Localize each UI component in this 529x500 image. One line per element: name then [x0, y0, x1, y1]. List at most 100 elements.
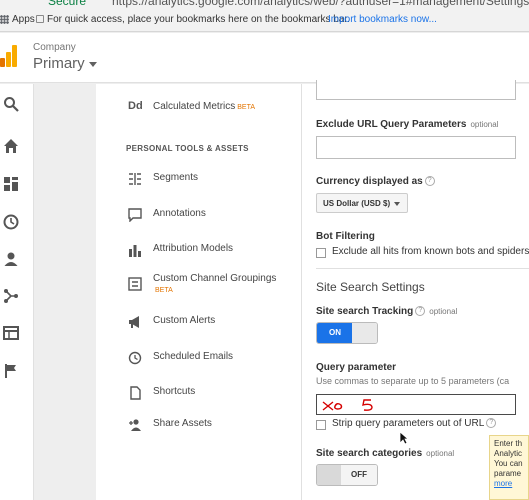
nav-item-custom-alerts[interactable]: Custom Alerts [96, 311, 301, 333]
site-search-tracking-toggle[interactable]: ON [316, 322, 378, 344]
share-icon[interactable] [3, 288, 19, 304]
currency-value: US Dollar (USD $) [323, 199, 391, 208]
nav-label: Annotations [153, 208, 206, 219]
admin-content: Dd Calculated Metrics BETA PERSONAL TOOLS… [36, 80, 529, 500]
nav-label: Segments [153, 172, 199, 183]
nav-label: Custom Alerts [153, 315, 216, 326]
toggle-off-label: OFF [341, 465, 377, 485]
section-heading-personal-tools: PERSONAL TOOLS & ASSETS [126, 144, 249, 153]
document-icon [130, 386, 141, 400]
query-parameter-hint: Use commas to separate up to 5 parameter… [316, 376, 510, 386]
admin-nav-column: Dd Calculated Metrics BETA PERSONAL TOOLS… [96, 84, 301, 500]
left-rail [0, 84, 34, 500]
nav-item-attribution-models[interactable]: Attribution Models [96, 239, 301, 261]
bookmarks-bar: Apps For quick access, place your bookma… [0, 8, 529, 32]
tooltip-line: Enter th [494, 439, 523, 448]
url-text[interactable]: https://analytics.google.com/analytics/w… [112, 0, 529, 8]
person-icon[interactable] [3, 251, 19, 267]
site-search-categories-toggle[interactable]: OFF [316, 464, 378, 486]
nav-item-calculated-metrics[interactable]: Dd Calculated Metrics BETA [96, 97, 301, 119]
megaphone-icon [129, 316, 139, 328]
help-tooltip: Enter th Analytic You can parame more [489, 435, 529, 500]
checkbox-label-text: Strip query parameters out of URL [332, 418, 485, 429]
currency-title: Currency displayed as? [316, 176, 435, 187]
help-icon[interactable]: ? [424, 176, 435, 187]
field-label: Site search categories [316, 448, 423, 459]
nav-item-segments[interactable]: Segments [96, 168, 301, 190]
bar-chart-icon [129, 245, 141, 257]
bot-filtering-label: Exclude all hits from known bots and spi… [332, 246, 529, 257]
calculated-metrics-icon: Dd [128, 100, 143, 112]
currency-dropdown[interactable]: US Dollar (USD $) [316, 193, 408, 213]
nav-label: Attribution Models [153, 243, 234, 254]
account-name: Company [33, 42, 76, 53]
import-bookmarks-link[interactable]: Import bookmarks now... [328, 14, 437, 25]
exclude-url-title: Exclude URL Query Parameters optional [316, 119, 498, 130]
add-person-icon [129, 419, 141, 431]
bookmark-folder-icon [36, 15, 44, 23]
tooltip-line: parame [494, 469, 522, 478]
field-label: Site search Tracking [316, 306, 414, 317]
site-search-heading: Site Search Settings [316, 280, 425, 294]
bot-filtering-checkbox[interactable] [316, 248, 326, 258]
toggle-knob [317, 465, 342, 485]
site-search-categories-title: Site search categories optional [316, 448, 454, 459]
nav-label: Shortcuts [153, 386, 196, 397]
table-icon[interactable] [3, 325, 19, 341]
nav-item-share-assets[interactable]: Share Assets [96, 414, 301, 436]
home-icon[interactable] [3, 138, 19, 154]
optional-label: optional [470, 120, 499, 129]
beta-badge: BETA [237, 104, 256, 111]
address-bar[interactable]: Secure https://analytics.google.com/anal… [0, 0, 529, 8]
apps-label[interactable]: Apps [12, 14, 35, 25]
nav-label: Scheduled Emails [153, 351, 234, 362]
nav-item-scheduled-emails[interactable]: Scheduled Emails [96, 347, 301, 369]
previous-field-box[interactable] [316, 80, 516, 100]
exclude-url-input[interactable] [316, 136, 516, 159]
optional-label: optional [426, 449, 455, 458]
tooltip-more-link[interactable]: more [494, 479, 512, 488]
optional-label: optional [429, 307, 458, 316]
property-name: Primary [33, 55, 85, 72]
clock-icon [128, 351, 142, 365]
strip-query-label: Strip query parameters out of URL? [332, 418, 497, 429]
apps-grid-icon[interactable] [0, 15, 9, 24]
beta-badge: BETA [155, 287, 173, 294]
analytics-logo-icon [0, 45, 18, 67]
toggle-knob [352, 323, 377, 343]
field-label: Exclude URL Query Parameters [316, 119, 467, 130]
chevron-down-icon [394, 201, 401, 206]
nav-label: Custom Channel Groupings [153, 273, 277, 284]
ga-header: Company Primary [0, 33, 529, 83]
help-icon[interactable]: ? [415, 306, 426, 317]
channel-groupings-icon [128, 277, 142, 291]
bookmarks-hint: For quick access, place your bookmarks h… [47, 14, 350, 25]
annotations-icon [128, 208, 142, 222]
property-selector[interactable]: Primary [33, 55, 97, 72]
tooltip-line: Analytic [494, 449, 523, 458]
strip-query-checkbox[interactable] [316, 420, 326, 430]
toggle-on-label: ON [317, 323, 353, 343]
nav-item-shortcuts[interactable]: Shortcuts [96, 382, 301, 404]
site-search-tracking-title: Site search Tracking? optional [316, 306, 457, 317]
secure-label: Secure [48, 0, 87, 8]
nav-label: Share Assets [153, 418, 212, 429]
field-label: Currency displayed as [316, 176, 423, 187]
mouse-pointer-icon [399, 431, 409, 445]
divider [316, 268, 529, 269]
bot-filtering-title: Bot Filtering [316, 231, 375, 242]
nav-item-custom-channel-groupings[interactable]: Custom Channel Groupings BETA [96, 269, 301, 303]
nav-label: Calculated Metrics [153, 101, 236, 112]
query-parameter-input[interactable] [316, 394, 516, 415]
help-icon[interactable]: ? [486, 418, 497, 429]
query-parameter-title: Query parameter [316, 362, 397, 373]
nav-item-annotations[interactable]: Annotations [96, 204, 301, 226]
search-icon[interactable] [3, 96, 19, 112]
handwritten-annotation [322, 399, 373, 411]
clock-icon[interactable] [3, 214, 19, 230]
dashboard-icon[interactable] [3, 176, 19, 192]
tooltip-line: You can [494, 459, 523, 468]
chevron-down-icon [88, 61, 97, 67]
flag-icon[interactable] [3, 363, 19, 379]
segments-icon [129, 173, 141, 185]
